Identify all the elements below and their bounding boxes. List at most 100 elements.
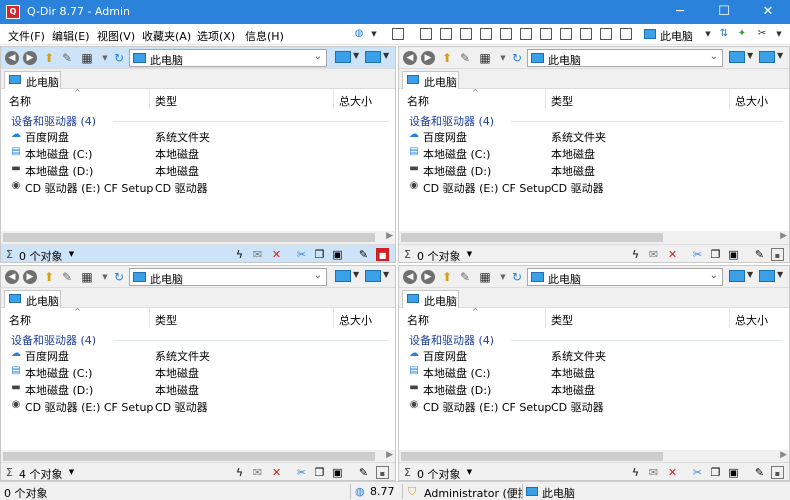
address-bar[interactable]: 此电脑 ⌄ xyxy=(527,268,723,286)
scroll-right-icon[interactable]: ▶ xyxy=(780,450,787,460)
chevron-down-icon[interactable]: ▼ xyxy=(773,28,785,40)
view-mode-icon[interactable]: ▦ xyxy=(79,270,95,284)
list-item[interactable]: ▬ 本地磁盘 (D:) 本地磁盘 xyxy=(1,161,395,178)
scrollbar-thumb[interactable] xyxy=(3,452,375,461)
column-name[interactable]: 名称 xyxy=(9,93,31,109)
delete-icon[interactable]: ✕ xyxy=(270,248,283,261)
globe-icon[interactable]: ◍ xyxy=(355,485,365,498)
preview-button-icon[interactable] xyxy=(365,51,381,63)
list-item[interactable]: ▤ 本地磁盘 (C:) 本地磁盘 xyxy=(1,144,395,161)
globe-icon[interactable]: ◍ xyxy=(353,28,365,40)
paste-icon[interactable]: ▣ xyxy=(727,466,740,479)
layout-tabs-icon[interactable] xyxy=(620,28,632,40)
column-divider[interactable] xyxy=(545,89,546,109)
menu-file[interactable]: 文件(F) xyxy=(8,28,45,44)
folder-options-icon[interactable]: ✎ xyxy=(457,51,473,65)
object-count[interactable]: 0 个对象 xyxy=(19,248,63,262)
pane-top-right[interactable]: ◀ ▶ ⬆ ✎ ▦ ▼ ↻ 此电脑 ⌄ ▼ ▼ 此电脑 名称 ^ 类型 总大小 … xyxy=(398,46,790,263)
pane-bottom-right[interactable]: ◀ ▶ ⬆ ✎ ▦ ▼ ↻ 此电脑 ⌄ ▼ ▼ 此电脑 名称 ^ 类型 总大小 … xyxy=(398,265,790,481)
delete-icon[interactable]: ✕ xyxy=(270,466,283,479)
mail-icon[interactable]: ✉ xyxy=(647,248,660,261)
list-item[interactable]: ▬ 本地磁盘 (D:) 本地磁盘 xyxy=(399,161,789,178)
forward-icon[interactable]: ▶ xyxy=(23,270,37,284)
back-icon[interactable]: ◀ xyxy=(403,270,417,284)
layout-horizontal-icon[interactable] xyxy=(440,28,452,40)
minimize-button[interactable]: ─ xyxy=(658,0,702,24)
lightning-icon[interactable]: ϟ xyxy=(233,248,246,261)
tab-this-pc[interactable]: 此电脑 xyxy=(4,71,61,89)
chevron-down-icon[interactable]: ▼ xyxy=(777,51,783,60)
chevron-down-icon[interactable]: ⌄ xyxy=(314,270,322,281)
refresh-icon[interactable]: ↻ xyxy=(111,51,127,65)
mail-icon[interactable]: ✉ xyxy=(251,466,264,479)
paste-icon[interactable]: ▣ xyxy=(331,248,344,261)
location-label[interactable]: 此电脑 xyxy=(660,28,693,44)
list-item[interactable]: ▬ 本地磁盘 (D:) 本地磁盘 xyxy=(1,380,395,397)
mail-icon[interactable]: ✉ xyxy=(251,248,264,261)
close-pane-icon[interactable]: ▪ xyxy=(771,248,784,261)
column-size[interactable]: 总大小 xyxy=(735,93,768,109)
horizontal-scrollbar[interactable]: ▶ xyxy=(399,231,789,244)
copy-icon[interactable]: ❐ xyxy=(313,248,326,261)
layout-single-icon[interactable] xyxy=(420,28,432,40)
maximize-button[interactable]: ☐ xyxy=(702,0,746,24)
preview-button-icon[interactable] xyxy=(759,270,775,282)
folder-options-icon[interactable]: ✎ xyxy=(59,270,75,284)
forward-icon[interactable]: ▶ xyxy=(421,51,435,65)
column-name[interactable]: 名称 xyxy=(9,312,31,328)
chevron-down-icon[interactable]: ▼ xyxy=(353,270,359,279)
folder-up-icon[interactable]: ⬆ xyxy=(439,270,455,284)
cut-icon[interactable]: ✂ xyxy=(295,248,308,261)
back-icon[interactable]: ◀ xyxy=(403,51,417,65)
close-pane-icon[interactable]: ▪ xyxy=(771,466,784,479)
scrollbar-thumb[interactable] xyxy=(401,452,663,461)
object-count[interactable]: 0 个对象 xyxy=(417,466,461,480)
list-item[interactable]: ☁ 百度网盘 系统文件夹 xyxy=(399,346,789,363)
back-icon[interactable]: ◀ xyxy=(5,270,19,284)
chevron-down-icon[interactable]: ▼ xyxy=(777,270,783,279)
cut-icon[interactable]: ✂ xyxy=(691,466,704,479)
view-mode-icon[interactable]: ▦ xyxy=(477,270,493,284)
list-item[interactable]: ◉ CD 驱动器 (E:) CF Setup CD 驱动器 xyxy=(1,178,395,195)
chevron-down-icon[interactable]: ▼ xyxy=(383,270,389,279)
layout-grid-icon[interactable] xyxy=(600,28,612,40)
view-button-icon[interactable] xyxy=(335,51,351,63)
menu-options[interactable]: 选项(X) xyxy=(197,28,235,44)
column-name[interactable]: 名称 xyxy=(407,312,429,328)
lightning-icon[interactable]: ϟ xyxy=(629,248,642,261)
object-count[interactable]: 4 个对象 xyxy=(19,466,63,480)
list-item[interactable]: ▤ 本地磁盘 (C:) 本地磁盘 xyxy=(399,363,789,380)
chevron-down-icon[interactable]: ▼ xyxy=(353,51,359,60)
scrollbar-thumb[interactable] xyxy=(3,233,375,242)
column-divider[interactable] xyxy=(729,89,730,109)
menu-edit[interactable]: 编辑(E) xyxy=(52,28,90,44)
scrollbar-thumb[interactable] xyxy=(401,233,663,242)
layout-columns-icon[interactable] xyxy=(560,28,572,40)
title-bar[interactable]: Q Q-Dir 8.77 - Admin ─ ☐ ✕ xyxy=(0,0,790,24)
column-type[interactable]: 类型 xyxy=(551,312,573,328)
folder-options-icon[interactable]: ✎ xyxy=(457,270,473,284)
back-icon[interactable]: ◀ xyxy=(5,51,19,65)
chevron-down-icon[interactable]: ▼ xyxy=(702,28,714,40)
column-divider[interactable] xyxy=(149,308,150,328)
column-divider[interactable] xyxy=(729,308,730,328)
tools-icon[interactable]: ✂ xyxy=(756,28,768,40)
close-pane-icon[interactable]: ■ xyxy=(376,248,389,261)
chevron-down-icon[interactable]: ▼ xyxy=(463,466,476,479)
column-name[interactable]: 名称 xyxy=(407,93,429,109)
column-type[interactable]: 类型 xyxy=(155,93,177,109)
view-button-icon[interactable] xyxy=(729,51,745,63)
address-bar[interactable]: 此电脑 ⌄ xyxy=(129,49,327,67)
layout-vertical-icon[interactable] xyxy=(460,28,472,40)
layout-rows-icon[interactable] xyxy=(580,28,592,40)
scroll-right-icon[interactable]: ▶ xyxy=(386,231,393,241)
list-item[interactable]: ☁ 百度网盘 系统文件夹 xyxy=(1,346,395,363)
rename-icon[interactable]: ✎ xyxy=(357,466,370,479)
layout-triple-top-icon[interactable] xyxy=(520,28,532,40)
preview-button-icon[interactable] xyxy=(365,270,381,282)
folder-up-icon[interactable]: ⬆ xyxy=(439,51,455,65)
chevron-down-icon[interactable]: ⌄ xyxy=(710,51,718,62)
pane-bottom-left[interactable]: ◀ ▶ ⬆ ✎ ▦ ▼ ↻ 此电脑 ⌄ ▼ ▼ 此电脑 名称 ^ 类型 总大小 … xyxy=(0,265,396,481)
cut-icon[interactable]: ✂ xyxy=(295,466,308,479)
address-bar[interactable]: 此电脑 ⌄ xyxy=(129,268,327,286)
